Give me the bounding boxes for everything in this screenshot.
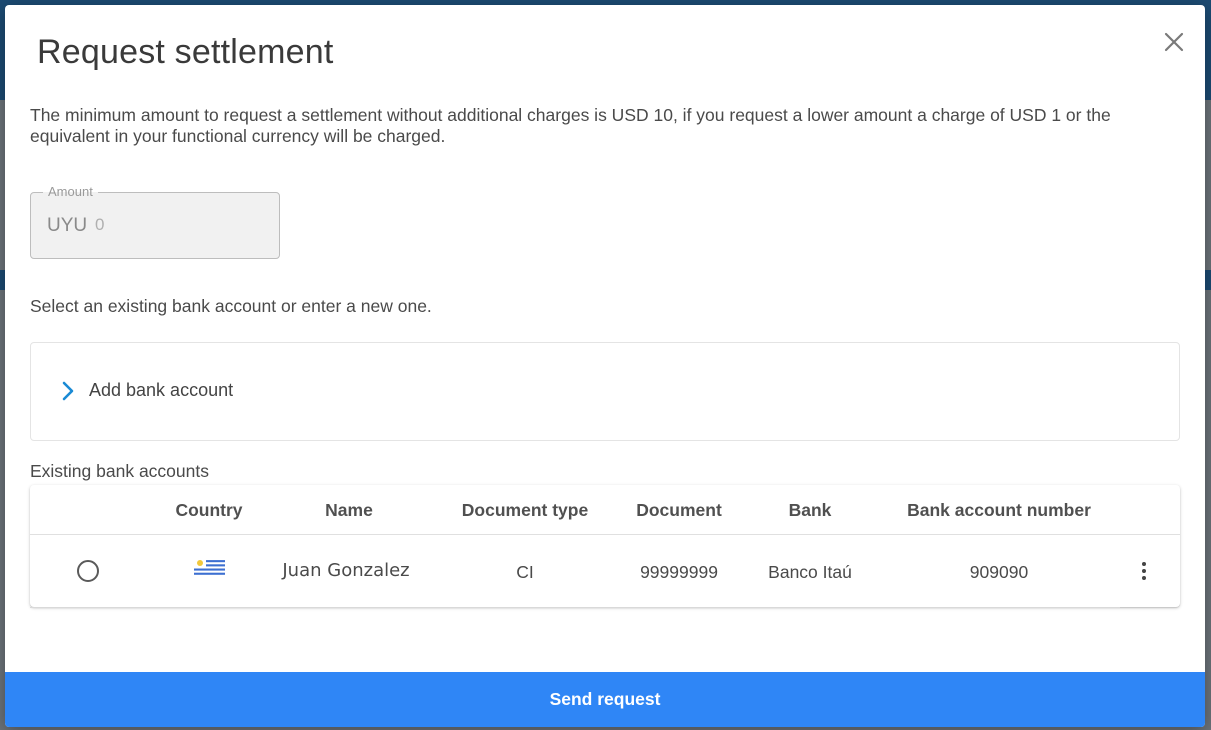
amount-input[interactable] <box>93 211 267 239</box>
dialog-title: Request settlement <box>37 33 334 71</box>
settlement-info-text: The minimum amount to request a settleme… <box>30 105 1111 146</box>
column-header-bank: Bank <box>788 500 832 520</box>
table-header: Country Name Document type Document Bank… <box>30 485 1180 535</box>
add-bank-account-label: Add bank account <box>89 380 234 400</box>
account-document: 99999999 <box>640 562 718 582</box>
row-actions-button[interactable] <box>1132 559 1156 583</box>
column-header-document: Document <box>636 500 722 520</box>
account-holder-name: Juan Gonzalez <box>282 560 410 581</box>
select-account-radio[interactable] <box>77 560 99 582</box>
column-header-account-number: Bank account number <box>907 500 1091 520</box>
amount-currency: UYU <box>47 215 88 236</box>
column-header-document-type: Document type <box>461 500 589 520</box>
more-vertical-icon <box>1142 562 1146 580</box>
existing-accounts-heading: Existing bank accounts <box>30 461 209 481</box>
request-settlement-dialog: Request settlement The minimum amount to… <box>5 5 1205 727</box>
close-icon <box>1164 32 1184 52</box>
add-bank-account-expander[interactable]: Add bank account <box>30 342 1180 441</box>
account-number: 909090 <box>969 562 1029 582</box>
row-divider <box>30 607 1120 608</box>
column-header-name: Name <box>325 500 373 520</box>
close-button[interactable] <box>1159 27 1189 57</box>
chevron-right-icon <box>62 381 74 401</box>
amount-field: Amount UYU <box>30 184 280 259</box>
select-account-hint: Select an existing bank account or enter… <box>30 296 432 316</box>
column-header-country: Country <box>175 500 243 520</box>
amount-label: Amount <box>43 184 98 199</box>
send-request-button[interactable]: Send request <box>5 672 1205 727</box>
uruguay-flag-icon <box>194 558 225 577</box>
account-document-type: CI <box>516 562 534 582</box>
bank-accounts-table: Country Name Document type Document Bank… <box>30 485 1180 608</box>
table-row[interactable]: Juan Gonzalez CI 99999999 Banco Itaú 909… <box>30 535 1180 608</box>
account-bank: Banco Itaú <box>768 562 852 582</box>
